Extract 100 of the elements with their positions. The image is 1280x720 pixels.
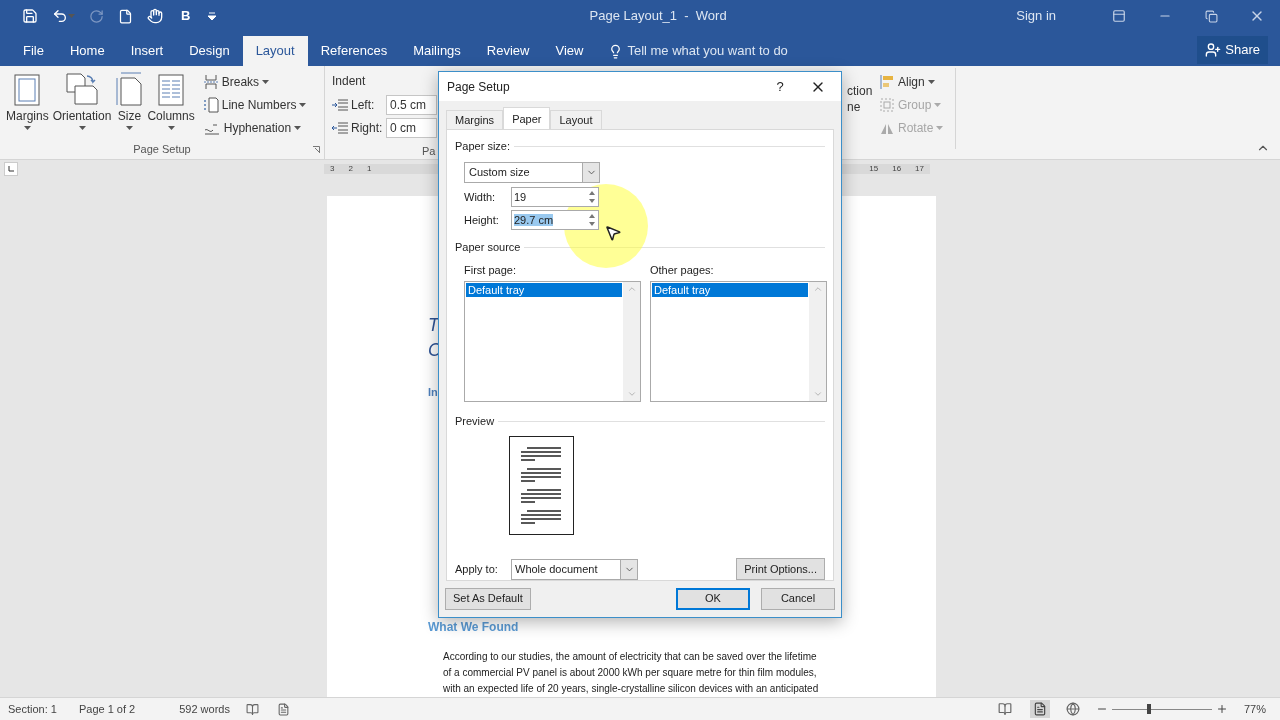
body-text-line: of a commercial PV panel is about 2000 kWh per square metre for thin film modules, [443, 665, 818, 680]
dialog-tab[interactable]: Paper [503, 107, 551, 130]
ribbon-tab[interactable]: References [307, 36, 401, 66]
ribbon-tab[interactable]: Design [176, 36, 243, 66]
ruler-number: 17 [915, 164, 924, 174]
dialog-tab[interactable]: Layout [550, 110, 602, 130]
read-mode-icon[interactable] [997, 702, 1012, 716]
section-indicator: Section: 1 [8, 701, 57, 717]
ok-button[interactable]: OK [676, 587, 750, 610]
orientation-icon [65, 72, 100, 106]
dropdown-caret-icon [934, 103, 942, 107]
new-document-icon[interactable] [118, 8, 133, 24]
ribbon-tab[interactable]: Insert [117, 36, 177, 66]
section-heading: Paper size: [455, 139, 511, 155]
dropdown-caret-icon [78, 126, 86, 130]
ribbon-tab[interactable]: View [542, 36, 597, 66]
dialog-tab[interactable]: Margins [446, 110, 504, 130]
print-layout-button[interactable] [1029, 700, 1050, 718]
tray-list[interactable]: Default tray [650, 280, 827, 402]
mouse-cursor-icon [604, 224, 622, 242]
ruler-number: 15 [869, 164, 879, 174]
ribbon-tab[interactable]: Mailings [400, 36, 474, 66]
dialog-title: Page Setup [447, 78, 511, 96]
zoom-level[interactable]: 77% [1243, 700, 1266, 718]
field-label: Width: [464, 190, 497, 206]
dropdown-caret-icon [294, 126, 302, 130]
user-plus-icon [1205, 42, 1222, 58]
undo-icon[interactable] [52, 8, 68, 24]
margins-icon [14, 74, 41, 106]
web-layout-icon[interactable] [1065, 702, 1080, 716]
ribbon-display-icon[interactable] [1112, 9, 1126, 23]
restore-icon[interactable] [1204, 9, 1218, 23]
indent-label: Left: [351, 97, 376, 115]
bold-button[interactable]: B [177, 6, 195, 26]
ruler-number: 3 [330, 164, 335, 174]
selection-pane-label: ction [847, 83, 874, 99]
section-heading: Paper source [455, 239, 521, 255]
dropdown-caret-icon [927, 80, 935, 84]
paper-size-icon [115, 72, 144, 106]
dropdown-caret-icon [125, 126, 133, 130]
tab-stop-icon [8, 166, 14, 172]
width-field[interactable]: 19 [511, 187, 599, 208]
ribbon-small-button[interactable]: Hyphenation [202, 119, 307, 137]
window-title: Page Layout_1 - Word [589, 7, 727, 26]
apply-to-select[interactable]: Whole document [511, 558, 638, 580]
ribbon-tab[interactable]: Home [56, 36, 118, 66]
sign-in-link[interactable]: Sign in [1016, 6, 1056, 26]
cancel-button[interactable]: Cancel [761, 587, 835, 610]
tell-me-field[interactable]: Tell me what you want to do [627, 41, 788, 61]
ribbon-tab[interactable]: Review [473, 36, 543, 66]
print-options-button[interactable]: Print Options... [736, 558, 825, 581]
zoom-slider[interactable] [1111, 704, 1212, 714]
list-label: Other pages: [650, 263, 715, 279]
dropdown-caret-icon [68, 14, 75, 18]
word-count[interactable]: 592 words [179, 700, 230, 718]
ribbon-small-button[interactable]: Breaks [202, 73, 307, 91]
ribbon-large-button[interactable]: Orientation [50, 72, 114, 139]
indent-left-icon [332, 99, 348, 112]
ribbon-tab[interactable]: Layout [242, 36, 308, 66]
ribbon-large-button[interactable]: Margins [4, 72, 51, 139]
tab-selector[interactable] [4, 162, 18, 176]
indent-field[interactable]: 0 cm [386, 118, 437, 139]
body-text-line: with an expected life of 20 years, single-crystalline silicon devices with an anticipated [443, 681, 820, 696]
section-heading: Preview [455, 413, 495, 429]
height-field[interactable]: 29.7 cm [511, 210, 599, 231]
group-icon [879, 97, 895, 113]
customize-toolbar-icon[interactable] [208, 12, 217, 20]
columns-icon [158, 74, 185, 106]
list-item[interactable]: Default tray [466, 282, 622, 297]
group-label: Pa [422, 143, 437, 159]
selection-pane-label: ne [847, 99, 862, 115]
indent-heading: Indent [332, 73, 367, 90]
list-item[interactable]: Default tray [652, 282, 808, 297]
zoom-slider-thumb[interactable] [1146, 704, 1151, 714]
dropdown-caret-icon [167, 126, 175, 130]
breaks-icon [202, 74, 219, 90]
indent-field[interactable]: 0.5 cm [386, 95, 437, 116]
help-button[interactable]: ? [765, 76, 795, 97]
section-heading: What We Found [428, 618, 519, 636]
indent-right-icon [332, 122, 348, 135]
set-as-default-button[interactable]: Set As Default [445, 587, 531, 610]
dropdown-caret-icon [23, 126, 31, 130]
ribbon-tab[interactable]: File [10, 36, 57, 66]
dialog-launcher-icon[interactable] [313, 146, 320, 153]
ruler-number: 2 [348, 164, 353, 174]
share-button[interactable]: Share [1197, 36, 1268, 64]
ribbon-small-button[interactable]: Line Numbers [202, 96, 307, 114]
tray-list[interactable]: Default tray [464, 280, 641, 402]
arrange-button[interactable]: Align [879, 73, 944, 91]
ribbon-large-button[interactable]: Size [113, 72, 146, 139]
list-label: First page: [464, 263, 517, 279]
page-indicator[interactable]: Page 1 of 2 [78, 700, 136, 718]
ribbon-large-button[interactable]: Columns [145, 72, 197, 139]
save-icon[interactable] [22, 8, 38, 24]
zoom-in-icon[interactable] [1215, 703, 1228, 715]
touch-mode-icon[interactable] [147, 8, 163, 24]
paper-size-select[interactable]: Custom size [464, 161, 600, 183]
ruler-number: 1 [366, 164, 372, 174]
field-label: Apply to: [455, 562, 499, 578]
line-numbers-icon [202, 97, 219, 113]
